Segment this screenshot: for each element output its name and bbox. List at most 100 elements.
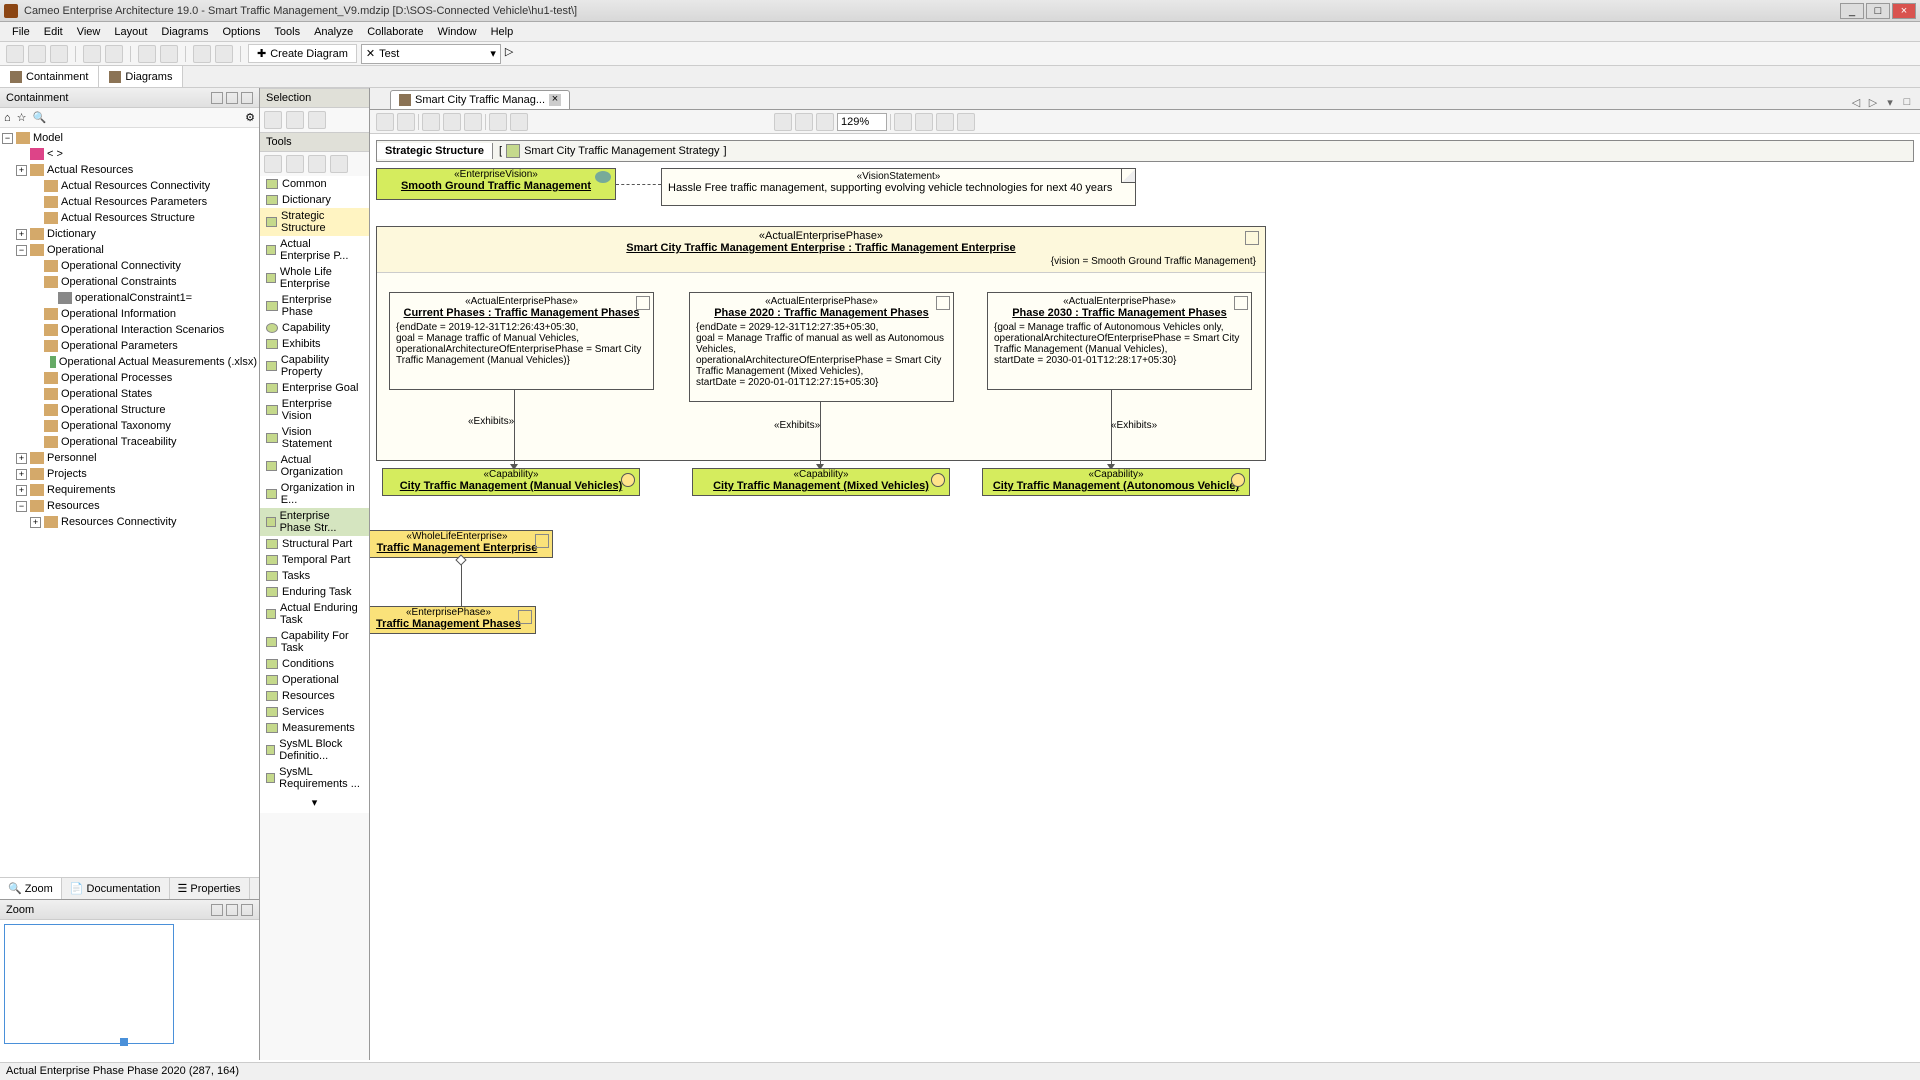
star-icon[interactable]: ☆ — [17, 111, 27, 124]
containment-tree[interactable]: −Model < > +Actual Resources Actual Reso… — [0, 128, 259, 877]
back-icon[interactable] — [376, 113, 394, 131]
save-icon[interactable] — [50, 45, 68, 63]
zoom-thumbnail[interactable] — [0, 920, 259, 1060]
diagram-canvas[interactable]: Strategic Structure [ Smart City Traffic… — [370, 134, 1920, 1060]
run-icon[interactable]: ▷ — [505, 45, 523, 63]
breadcrumb-link[interactable]: [ Smart City Traffic Management Strategy… — [493, 142, 733, 160]
close-panel-icon[interactable] — [241, 92, 253, 104]
capability-mixed[interactable]: «Capability» City Traffic Management (Mi… — [692, 468, 950, 496]
text-icon[interactable] — [308, 155, 326, 173]
menu-options[interactable]: Options — [216, 24, 266, 40]
chevron-down-icon[interactable]: ▾ — [260, 792, 369, 813]
palette-measurements[interactable]: Measurements — [260, 720, 369, 736]
palette-structural[interactable]: Structural Part — [260, 536, 369, 552]
diagram-icon[interactable] — [215, 45, 233, 63]
tab-next-icon[interactable]: ▷ — [1866, 96, 1880, 109]
maximize-panel-icon[interactable] — [226, 92, 238, 104]
tab-max-icon[interactable]: □ — [1900, 96, 1914, 109]
palette-enterprise-vision[interactable]: Enterprise Vision — [260, 396, 369, 424]
palette-whole-life[interactable]: Whole Life Enterprise — [260, 264, 369, 292]
palette-dictionary[interactable]: Dictionary — [260, 192, 369, 208]
tab-prev-icon[interactable]: ◁ — [1849, 96, 1863, 109]
snap-icon[interactable] — [936, 113, 954, 131]
minimize-button[interactable]: _ — [1840, 3, 1864, 19]
close2-icon[interactable] — [241, 904, 253, 916]
menu-view[interactable]: View — [71, 24, 107, 40]
close-button[interactable]: × — [1892, 3, 1916, 19]
search2-icon[interactable] — [957, 113, 975, 131]
tab-properties[interactable]: ☰Properties — [170, 878, 250, 899]
layout-icon[interactable] — [510, 113, 528, 131]
tab-diagrams[interactable]: Diagrams — [99, 66, 183, 87]
anchor-icon[interactable] — [286, 155, 304, 173]
new-icon[interactable] — [6, 45, 24, 63]
home-icon[interactable]: ⌂ — [4, 112, 11, 124]
filter-icon[interactable] — [489, 113, 507, 131]
zoom-fit-icon[interactable] — [774, 113, 792, 131]
zoom-out-icon[interactable] — [816, 113, 834, 131]
palette-services[interactable]: Services — [260, 704, 369, 720]
gear2-icon[interactable] — [894, 113, 912, 131]
menu-analyze[interactable]: Analyze — [308, 24, 359, 40]
palette-vision-statement[interactable]: Vision Statement — [260, 424, 369, 452]
palette-enterprise-goal[interactable]: Enterprise Goal — [260, 380, 369, 396]
undo-icon[interactable] — [138, 45, 156, 63]
palette-actual-enduring-task[interactable]: Actual Enduring Task — [260, 600, 369, 628]
capability-manual[interactable]: «Capability» City Traffic Management (Ma… — [382, 468, 640, 496]
palette-enterprise-phase[interactable]: Enterprise Phase — [260, 292, 369, 320]
hand-icon[interactable] — [286, 111, 304, 129]
menu-window[interactable]: Window — [431, 24, 482, 40]
menu-diagrams[interactable]: Diagrams — [155, 24, 214, 40]
palette-sysml-req[interactable]: SysML Requirements ... — [260, 764, 369, 792]
phase-2030[interactable]: «ActualEnterprisePhase» Phase 2030 : Tra… — [987, 292, 1252, 390]
pin-icon[interactable] — [211, 92, 223, 104]
menu-help[interactable]: Help — [485, 24, 520, 40]
palette-operational[interactable]: Operational — [260, 672, 369, 688]
create-diagram-button[interactable]: ✚Create Diagram — [248, 44, 357, 63]
phase-2020[interactable]: «ActualEnterprisePhase» Phase 2020 : Tra… — [689, 292, 954, 402]
gear-icon[interactable]: ⚙ — [245, 111, 255, 124]
tab-containment[interactable]: Containment — [0, 66, 99, 87]
perspective-combo[interactable]: ✕Test — [361, 44, 501, 64]
tab-list-icon[interactable]: ▾ — [1883, 96, 1897, 109]
max2-icon[interactable] — [226, 904, 238, 916]
palette-org-in-e[interactable]: Organization in E... — [260, 480, 369, 508]
pin2-icon[interactable] — [211, 904, 223, 916]
palette-tasks[interactable]: Tasks — [260, 568, 369, 584]
menu-tools[interactable]: Tools — [268, 24, 306, 40]
enterprise-phase-box[interactable]: «EnterprisePhase» Traffic Management Pha… — [370, 606, 536, 634]
phase-current[interactable]: «ActualEnterprisePhase» Current Phases :… — [389, 292, 654, 390]
vision-statement-box[interactable]: «VisionStatement» Hassle Free traffic ma… — [661, 168, 1136, 206]
palette-resources[interactable]: Resources — [260, 688, 369, 704]
palette-ep-str[interactable]: Enterprise Phase Str... — [260, 508, 369, 536]
tab-close-icon[interactable]: × — [549, 94, 561, 106]
select-in-tree-icon[interactable] — [422, 113, 440, 131]
print-preview-icon[interactable] — [105, 45, 123, 63]
maximize-button[interactable]: □ — [1866, 3, 1890, 19]
zoom-combo[interactable]: 129% — [837, 113, 887, 131]
open-icon[interactable] — [28, 45, 46, 63]
text2-icon[interactable] — [330, 155, 348, 173]
palette-temporal[interactable]: Temporal Part — [260, 552, 369, 568]
zoom-in-icon[interactable] — [795, 113, 813, 131]
palette-capability-property[interactable]: Capability Property — [260, 352, 369, 380]
menu-file[interactable]: File — [6, 24, 36, 40]
palette-enduring-task[interactable]: Enduring Task — [260, 584, 369, 600]
palette-strategic[interactable]: Strategic Structure — [260, 208, 369, 236]
palette-conditions[interactable]: Conditions — [260, 656, 369, 672]
palette-common[interactable]: Common — [260, 176, 369, 192]
whole-life-enterprise-box[interactable]: «WholeLifeEnterprise» Traffic Management… — [370, 530, 553, 558]
redo-icon[interactable] — [160, 45, 178, 63]
diagram-tab-active[interactable]: Smart City Traffic Manag... × — [390, 90, 570, 109]
marquee-icon[interactable] — [308, 111, 326, 129]
capability-autonomous[interactable]: «Capability» City Traffic Management (Au… — [982, 468, 1250, 496]
palette-exhibits[interactable]: Exhibits — [260, 336, 369, 352]
pointer-icon[interactable] — [264, 111, 282, 129]
tab-documentation[interactable]: 📄Documentation — [62, 878, 170, 899]
validate-icon[interactable] — [193, 45, 211, 63]
enterprise-vision-box[interactable]: «EnterpriseVision» Smooth Ground Traffic… — [376, 168, 616, 200]
clipboard-icon[interactable] — [443, 113, 461, 131]
palette-sysml-block[interactable]: SysML Block Definitio... — [260, 736, 369, 764]
palette-capability-for-task[interactable]: Capability For Task — [260, 628, 369, 656]
palette-actual-enterprise[interactable]: Actual Enterprise P... — [260, 236, 369, 264]
